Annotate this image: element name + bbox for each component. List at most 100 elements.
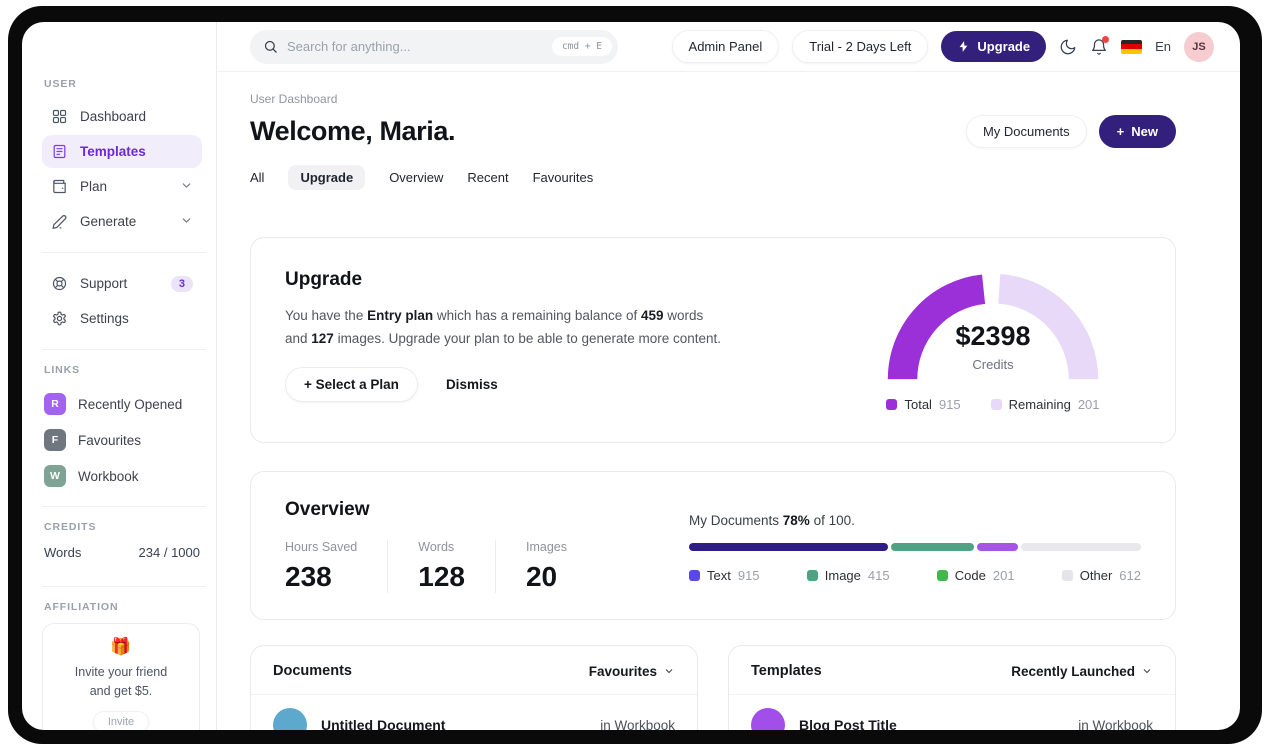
sidebar-divider [42, 506, 206, 507]
legend-swatch [886, 399, 898, 410]
document-avatar [273, 708, 307, 730]
bar-segment-code [977, 543, 1019, 551]
tab-overview[interactable]: Overview [389, 165, 443, 190]
sidebar-item-support[interactable]: Support 3 [42, 267, 202, 300]
search-placeholder: Search for anything... [287, 39, 411, 54]
notification-dot [1102, 35, 1110, 43]
stacked-bar-legend: Text 915 Image 415 Code 201 Other 612 [689, 568, 1141, 583]
template-location: in Workbook [1078, 717, 1153, 731]
sidebar-item-plan[interactable]: Plan [42, 170, 202, 203]
templates-filter-dropdown[interactable]: Recently Launched [1011, 664, 1153, 679]
sidebar-divider [42, 252, 206, 253]
search-icon [264, 40, 277, 53]
legend-swatch [806, 570, 818, 581]
tab-recent[interactable]: Recent [467, 165, 508, 190]
templates-card-title: Templates [751, 663, 822, 679]
sidebar-link-recently-opened[interactable]: R Recently Opened [42, 386, 202, 422]
documents-filter-dropdown[interactable]: Favourites [589, 664, 675, 679]
document-list-item[interactable]: Untitled Document in Workbook [251, 695, 697, 730]
credits-amount: $2398 [955, 321, 1031, 351]
sidebar-item-label: Support [80, 276, 128, 291]
bar-segment-other [1021, 543, 1141, 551]
tab-bar: All Upgrade Overview Recent Favourites [250, 165, 1176, 190]
tab-favourites[interactable]: Favourites [533, 165, 594, 190]
legend-swatch [936, 570, 948, 581]
select-plan-button[interactable]: + Select a Plan [285, 367, 418, 403]
app-window-frame: USER Dashboard Templates Plan Generate S… [8, 6, 1262, 744]
sidebar-item-settings[interactable]: Settings [42, 302, 202, 335]
sidebar-item-generate[interactable]: Generate [42, 205, 202, 238]
breadcrumb: User Dashboard [250, 92, 338, 106]
link-label: Favourites [78, 432, 142, 448]
sidebar-item-label: Settings [80, 311, 129, 326]
overview-stats: Hours Saved 238 Words 128 Images 20 [285, 540, 597, 593]
sidebar-item-label: Templates [80, 144, 146, 159]
gauge-legend: Total 915 Remaining 201 [886, 397, 1100, 412]
pencil-icon [52, 215, 67, 229]
trial-days-left-button[interactable]: Trial - 2 Days Left [792, 30, 929, 63]
document-location: in Workbook [600, 717, 675, 731]
plus-icon: + [1116, 124, 1125, 139]
invite-button[interactable]: Invite [92, 710, 150, 730]
notifications-button[interactable] [1090, 35, 1110, 56]
template-list-item[interactable]: Blog Post Title in Workbook [729, 695, 1175, 730]
sidebar-link-favourites[interactable]: F Favourites [42, 422, 202, 458]
sidebar-divider [42, 586, 206, 587]
bar-segment-image [890, 543, 975, 551]
document-title: Untitled Document [321, 717, 446, 730]
page-title: Welcome, Maria. [250, 116, 456, 146]
grid-icon [52, 109, 67, 124]
search-input[interactable]: Search for anything... cmd + E [250, 29, 618, 64]
sidebar-section-user: USER [44, 78, 77, 90]
sidebar-item-label: Dashboard [80, 109, 147, 124]
documents-stacked-bar [689, 543, 1141, 551]
topbar: Search for anything... cmd + E Admin Pan… [217, 22, 1240, 72]
my-documents-button[interactable]: My Documents [965, 115, 1087, 148]
documents-progress-label: My Documents 78% of 100. [689, 513, 855, 528]
legend-item-text: Text 915 [689, 568, 760, 583]
credits-metric-value: 234 / 1000 [138, 545, 200, 560]
legend-item-total: Total 915 [886, 397, 961, 412]
stat-hours-saved: Hours Saved 238 [285, 540, 358, 592]
chevron-down-icon [180, 179, 193, 195]
tab-all[interactable]: All [250, 165, 264, 190]
moon-icon [1060, 39, 1076, 54]
app-window: USER Dashboard Templates Plan Generate S… [22, 22, 1240, 730]
legend-item-other: Other 612 [1061, 568, 1141, 583]
affiliation-text: Invite your friend and get $5. [74, 665, 168, 698]
upgrade-card-title: Upgrade [285, 269, 363, 290]
user-avatar[interactable]: JS [1184, 31, 1214, 62]
template-title: Blog Post Title [799, 717, 897, 730]
sidebar-section-affiliation: AFFILIATION [44, 601, 119, 613]
legend-swatch [990, 399, 1002, 410]
legend-item-remaining: Remaining 201 [990, 397, 1100, 412]
chevron-down-icon [1143, 669, 1151, 674]
chevron-down-icon [665, 669, 673, 674]
search-shortcut-badge: cmd + E [551, 37, 612, 56]
language-flag-germany[interactable] [1121, 39, 1143, 54]
sidebar-link-workbook[interactable]: W Workbook [42, 458, 202, 494]
new-button[interactable]: + New [1098, 115, 1176, 148]
support-count-badge: 3 [170, 275, 193, 292]
dismiss-button[interactable]: Dismiss [446, 377, 498, 392]
wallet-icon [53, 179, 66, 194]
tab-upgrade[interactable]: Upgrade [288, 165, 366, 190]
upgrade-card: Upgrade You have the Entry plan which ha… [250, 237, 1176, 443]
dark-mode-toggle[interactable] [1059, 38, 1077, 56]
link-avatar: F [44, 429, 66, 451]
upgrade-card-text: You have the Entry plan which has a rema… [285, 308, 722, 346]
legend-item-image: Image 415 [806, 568, 890, 583]
documents-progress-block: My Documents 78% of 100. Text 915 Image … [689, 513, 1141, 593]
sidebar-item-dashboard[interactable]: Dashboard [42, 100, 202, 133]
affiliation-card: 🎁 Invite your friend and get $5. Invite [42, 623, 200, 730]
sidebar-item-label: Generate [80, 214, 137, 229]
admin-panel-button[interactable]: Admin Panel [671, 30, 780, 63]
sidebar-divider [42, 349, 206, 350]
upgrade-button[interactable]: Upgrade [941, 31, 1047, 62]
main-area: Search for anything... cmd + E Admin Pan… [217, 22, 1240, 730]
link-avatar: W [44, 465, 66, 487]
chevron-down-icon [180, 214, 193, 230]
sidebar-item-templates[interactable]: Templates [42, 135, 202, 168]
language-label[interactable]: En [1155, 39, 1171, 54]
legend-swatch [689, 570, 700, 581]
